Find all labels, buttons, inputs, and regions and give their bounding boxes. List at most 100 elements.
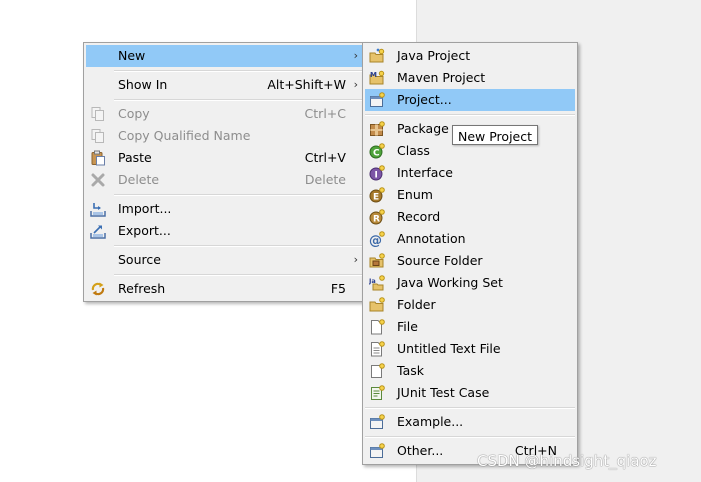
java-project-icon <box>369 48 385 63</box>
submenu-item-folder[interactable]: Folder <box>365 294 575 316</box>
refresh-icon <box>91 282 105 296</box>
submenu-arrow-icon: › <box>353 78 358 91</box>
menu-item-label: Refresh <box>118 281 166 296</box>
submenu-item-label: Project... <box>397 92 452 107</box>
submenu-item-label: Example... <box>397 414 464 429</box>
enum-icon: E <box>369 187 385 203</box>
submenu-item-label: Class <box>397 143 430 158</box>
menu-item-paste[interactable]: Paste Ctrl+V <box>86 147 364 169</box>
submenu-item-label: Untitled Text File <box>397 341 501 356</box>
copy-icon <box>91 107 104 121</box>
menu-separator <box>114 194 364 196</box>
record-icon: R <box>369 209 385 225</box>
menu-item-label: Copy <box>118 106 150 121</box>
menu-item-label: Copy Qualified Name <box>118 128 251 143</box>
submenu-item-java-project[interactable]: Java Project <box>365 45 575 67</box>
menu-separator <box>114 245 364 247</box>
new-submenu: Java Project M Maven Project Project... … <box>362 42 578 465</box>
submenu-item-source-folder[interactable]: Source Folder <box>365 250 575 272</box>
package-icon <box>370 121 385 136</box>
delete-icon <box>91 173 105 187</box>
menu-item-source[interactable]: Source › <box>86 249 364 271</box>
source-folder-icon <box>369 253 385 268</box>
submenu-item-example[interactable]: Example... <box>365 411 575 433</box>
class-icon: C <box>369 143 385 159</box>
submenu-item-record[interactable]: R Record <box>365 206 575 228</box>
submenu-item-label: JUnit Test Case <box>397 385 490 400</box>
menu-item-copy-qualified-name[interactable]: Copy Qualified Name <box>86 125 364 147</box>
untitled-text-file-icon <box>371 341 385 357</box>
submenu-item-label: Folder <box>397 297 436 312</box>
submenu-item-label: Maven Project <box>397 70 486 85</box>
import-icon <box>90 203 106 217</box>
submenu-item-java-working-set[interactable]: Ja Java Working Set <box>365 272 575 294</box>
menu-separator <box>114 274 364 276</box>
menu-item-label: Source <box>118 252 161 267</box>
submenu-item-label: Record <box>397 209 441 224</box>
submenu-item-label: Annotation <box>397 231 466 246</box>
export-icon <box>90 225 106 239</box>
submenu-item-label: Package <box>397 121 449 136</box>
submenu-item-junit-test-case[interactable]: JUnit Test Case <box>365 382 575 404</box>
submenu-item-label: Other... <box>397 443 444 458</box>
svg-text:I: I <box>375 171 378 181</box>
context-menu: New › Show In Alt+Shift+W › Copy Ctrl+C … <box>83 42 367 302</box>
menu-item-export[interactable]: Export... <box>86 220 364 242</box>
submenu-item-label: Enum <box>397 187 433 202</box>
menu-item-refresh[interactable]: Refresh F5 <box>86 278 364 300</box>
submenu-item-label: Interface <box>397 165 453 180</box>
submenu-item-label: Task <box>397 363 424 378</box>
tooltip-new-project: New Project <box>452 125 539 145</box>
submenu-item-untitled-text-file[interactable]: Untitled Text File <box>365 338 575 360</box>
menu-item-label: Delete <box>118 172 160 187</box>
copy-qualified-name-icon <box>91 129 104 143</box>
folder-icon <box>369 297 385 312</box>
svg-text:R: R <box>373 215 380 225</box>
menu-item-shortcut: F5 <box>330 281 346 296</box>
menu-item-shortcut: Alt+Shift+W <box>267 77 346 92</box>
submenu-item-file[interactable]: File <box>365 316 575 338</box>
menu-separator <box>365 407 575 409</box>
submenu-arrow-icon: › <box>353 253 358 266</box>
svg-text:E: E <box>373 193 379 203</box>
menu-item-label: Export... <box>118 223 171 238</box>
example-icon <box>370 414 385 429</box>
menu-item-label: New <box>118 48 146 63</box>
menu-item-copy[interactable]: Copy Ctrl+C <box>86 103 364 125</box>
submenu-item-annotation[interactable]: @ Annotation <box>365 228 575 250</box>
submenu-item-interface[interactable]: I Interface <box>365 162 575 184</box>
submenu-item-maven-project[interactable]: M Maven Project <box>365 67 575 89</box>
menu-item-label: Show In <box>118 77 168 92</box>
menu-item-label: Import... <box>118 201 172 216</box>
submenu-item-label: Java Project <box>397 48 471 63</box>
svg-text:M: M <box>370 71 377 79</box>
task-icon <box>371 363 385 378</box>
submenu-item-project[interactable]: Project... <box>365 89 575 111</box>
menu-item-shortcut: Ctrl+C <box>304 106 346 121</box>
svg-text:C: C <box>373 149 380 159</box>
maven-project-icon: M <box>369 70 385 85</box>
menu-item-show-in[interactable]: Show In Alt+Shift+W › <box>86 74 364 96</box>
submenu-arrow-icon: › <box>353 49 358 62</box>
submenu-item-label: Java Working Set <box>397 275 503 290</box>
submenu-item-enum[interactable]: E Enum <box>365 184 575 206</box>
menu-item-shortcut: Ctrl+V <box>304 150 346 165</box>
annotation-icon: @ <box>369 231 385 247</box>
junit-test-case-icon <box>371 385 385 400</box>
file-icon <box>371 319 385 335</box>
submenu-item-label: Source Folder <box>397 253 483 268</box>
menu-item-new[interactable]: New › <box>86 45 364 67</box>
interface-icon: I <box>369 165 385 181</box>
paste-icon <box>91 150 105 166</box>
project-icon <box>370 92 385 107</box>
menu-separator <box>114 99 364 101</box>
submenu-item-task[interactable]: Task <box>365 360 575 382</box>
menu-separator <box>114 70 364 72</box>
java-working-set-icon: Ja <box>369 275 385 291</box>
menu-item-shortcut: Delete <box>304 172 346 187</box>
menu-item-delete[interactable]: Delete Delete <box>86 169 364 191</box>
submenu-item-label: File <box>397 319 418 334</box>
other-icon <box>370 443 385 458</box>
menu-separator <box>365 114 575 116</box>
menu-item-import[interactable]: Import... <box>86 198 364 220</box>
